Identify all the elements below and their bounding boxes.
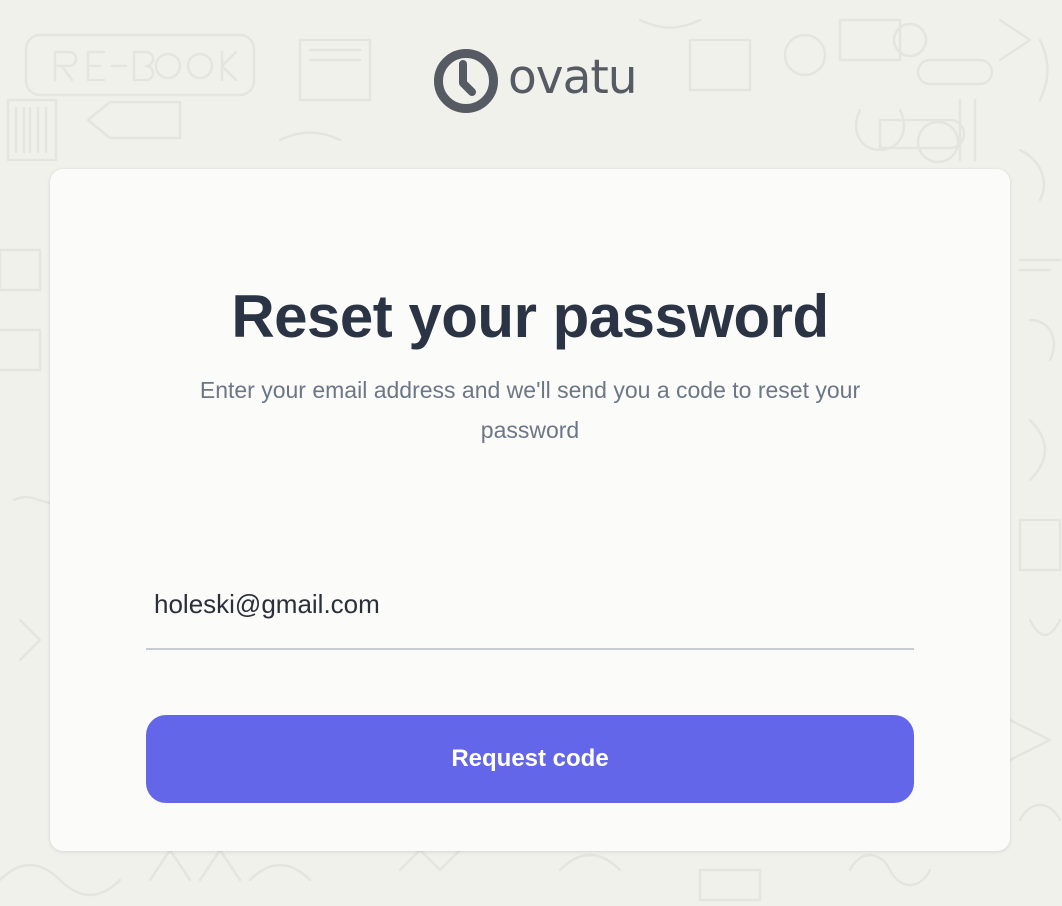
request-code-button[interactable]: Request code (146, 715, 914, 803)
email-field (146, 570, 914, 650)
email-input[interactable] (146, 580, 914, 628)
reset-password-card: Reset your password Enter your email add… (50, 169, 1010, 851)
brand-name: ovatu (508, 49, 638, 105)
page-title: Reset your password (231, 283, 829, 350)
ovatu-logo: ovatu (433, 48, 638, 114)
page-subtitle: Enter your email address and we'll send … (199, 377, 861, 443)
clock-icon (434, 49, 498, 113)
